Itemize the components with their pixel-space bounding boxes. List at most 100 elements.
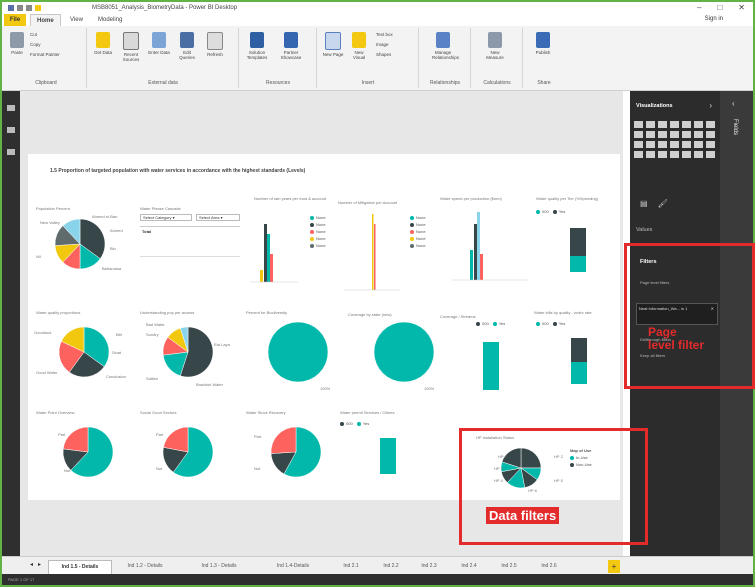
format-paint-icon[interactable]: 🖌 (658, 199, 668, 208)
pie-chart[interactable] (267, 321, 329, 383)
visual-type-icon[interactable] (694, 151, 703, 158)
visual-type-icon[interactable] (682, 121, 691, 128)
bar[interactable] (483, 342, 499, 390)
page-tab[interactable]: Ind 1.5 - Details (48, 560, 112, 575)
bar[interactable] (474, 224, 477, 280)
next-page-icon[interactable]: ▸ (38, 561, 41, 568)
collapse-pane-icon[interactable]: › (709, 101, 712, 110)
visual-type-icon[interactable] (682, 131, 691, 138)
page-tab[interactable]: Ind 2.2 (374, 560, 408, 573)
expand-pane-icon[interactable]: ‹ (732, 99, 735, 108)
pie-slice[interactable] (163, 426, 189, 453)
undo-icon[interactable] (17, 5, 23, 11)
partner-showcase-button[interactable]: Partner Showcase (280, 32, 302, 60)
format-painter-button[interactable]: Format Painter (30, 52, 60, 57)
bar[interactable] (470, 250, 473, 280)
bar-chart-water-spend[interactable] (452, 212, 528, 281)
shapes-button[interactable]: Shapes (376, 52, 391, 57)
bar[interactable] (270, 254, 273, 282)
edit-queries-button[interactable]: Edit Queries (176, 32, 198, 60)
visual-type-icon[interactable] (694, 141, 703, 148)
visual-type-icon[interactable] (634, 141, 643, 148)
new-visual-button[interactable]: New Visual (348, 32, 370, 60)
close-button[interactable]: ✕ (738, 3, 745, 12)
report-view-icon[interactable] (7, 105, 15, 111)
manage-relationships-button[interactable]: Manage Relationships (432, 32, 459, 60)
visual-type-icon[interactable] (682, 141, 691, 148)
visual-type-icon[interactable] (646, 151, 655, 158)
enter-data-button[interactable]: Enter Data (148, 32, 170, 55)
page-tab[interactable]: Ind 2.5 (492, 560, 526, 573)
bar[interactable] (380, 438, 396, 474)
stacked-column-water-bills[interactable] (571, 338, 587, 384)
visual-type-icon[interactable] (658, 131, 667, 138)
bar[interactable] (260, 270, 263, 282)
text-box-button[interactable]: Text box (376, 32, 393, 37)
pie-chart[interactable] (162, 326, 214, 378)
bar[interactable] (480, 254, 483, 280)
visual-type-icon[interactable] (634, 151, 643, 158)
recent-sources-button[interactable]: Recent Sources (120, 32, 142, 62)
publish-button[interactable]: Publish (532, 32, 554, 55)
visual-type-icon[interactable] (646, 131, 655, 138)
stacked-column-tier[interactable] (570, 228, 586, 272)
refresh-button[interactable]: Refresh (204, 32, 226, 57)
pie-chart[interactable] (62, 426, 114, 478)
pie-chart[interactable] (270, 426, 322, 478)
bar-segment[interactable] (571, 338, 587, 362)
bar[interactable] (477, 212, 480, 280)
column-coverage[interactable] (483, 342, 499, 390)
visual-type-icon[interactable] (658, 151, 667, 158)
bar-segment[interactable] (570, 256, 586, 272)
get-data-button[interactable]: Get Data (92, 32, 114, 55)
new-measure-button[interactable]: New Measure (484, 32, 506, 60)
pie-chart[interactable] (54, 218, 106, 270)
visual-type-icon[interactable] (658, 121, 667, 128)
tab-view[interactable]: View (64, 14, 89, 26)
bar-segment[interactable] (570, 228, 586, 256)
file-menu[interactable]: File (4, 14, 26, 26)
prev-page-icon[interactable]: ◂ (30, 561, 33, 568)
visual-type-icon[interactable] (670, 151, 679, 158)
add-page-button[interactable]: + (608, 560, 620, 573)
maximize-button[interactable]: □ (717, 3, 722, 12)
visual-type-icon[interactable] (694, 131, 703, 138)
page-tab[interactable]: Ind 1.3 - Details (188, 560, 250, 573)
tab-modeling[interactable]: Modeling (92, 14, 128, 26)
bar[interactable] (267, 234, 270, 282)
pie-slice[interactable] (267, 321, 329, 383)
visual-type-icon[interactable] (634, 121, 643, 128)
data-view-icon[interactable] (7, 127, 15, 133)
image-button[interactable]: Image (376, 42, 389, 47)
model-view-icon[interactable] (7, 149, 15, 155)
copy-button[interactable]: Copy (30, 42, 41, 47)
bar-chart-rain-years[interactable] (250, 224, 298, 283)
sign-in-link[interactable]: Sign in (705, 16, 723, 22)
save-icon[interactable] (8, 5, 14, 11)
visual-type-icon[interactable] (682, 151, 691, 158)
pie-slice[interactable] (62, 426, 89, 453)
solution-templates-button[interactable]: Solution Templates (246, 32, 268, 60)
pie-slice[interactable] (373, 321, 435, 383)
visual-type-icon[interactable] (670, 121, 679, 128)
visual-type-icon[interactable] (670, 131, 679, 138)
minimize-button[interactable]: – (697, 3, 701, 12)
visual-type-icon[interactable] (646, 141, 655, 148)
fields-well-icon[interactable]: ▤ (640, 199, 648, 208)
pie-chart[interactable] (58, 326, 110, 378)
page-tab[interactable]: Ind 2.6 (532, 560, 566, 573)
redo-icon[interactable] (26, 5, 32, 11)
pie-chart[interactable] (373, 321, 435, 383)
page-tab[interactable]: Ind 2.3 (412, 560, 446, 573)
visual-type-icon[interactable] (706, 131, 715, 138)
bar-chart-mitigation[interactable] (344, 214, 400, 291)
paste-button[interactable]: Paste (6, 32, 28, 55)
new-page-button[interactable]: New Page (322, 32, 344, 57)
bar[interactable] (374, 224, 376, 290)
page-tab[interactable]: Ind 1.2 - Details (114, 560, 176, 573)
bar-segment[interactable] (571, 362, 587, 384)
column-permit[interactable] (380, 438, 396, 474)
visual-type-icon[interactable] (694, 121, 703, 128)
pie-slice[interactable] (270, 426, 297, 454)
page-tab[interactable]: Ind 2.1 (334, 560, 368, 573)
